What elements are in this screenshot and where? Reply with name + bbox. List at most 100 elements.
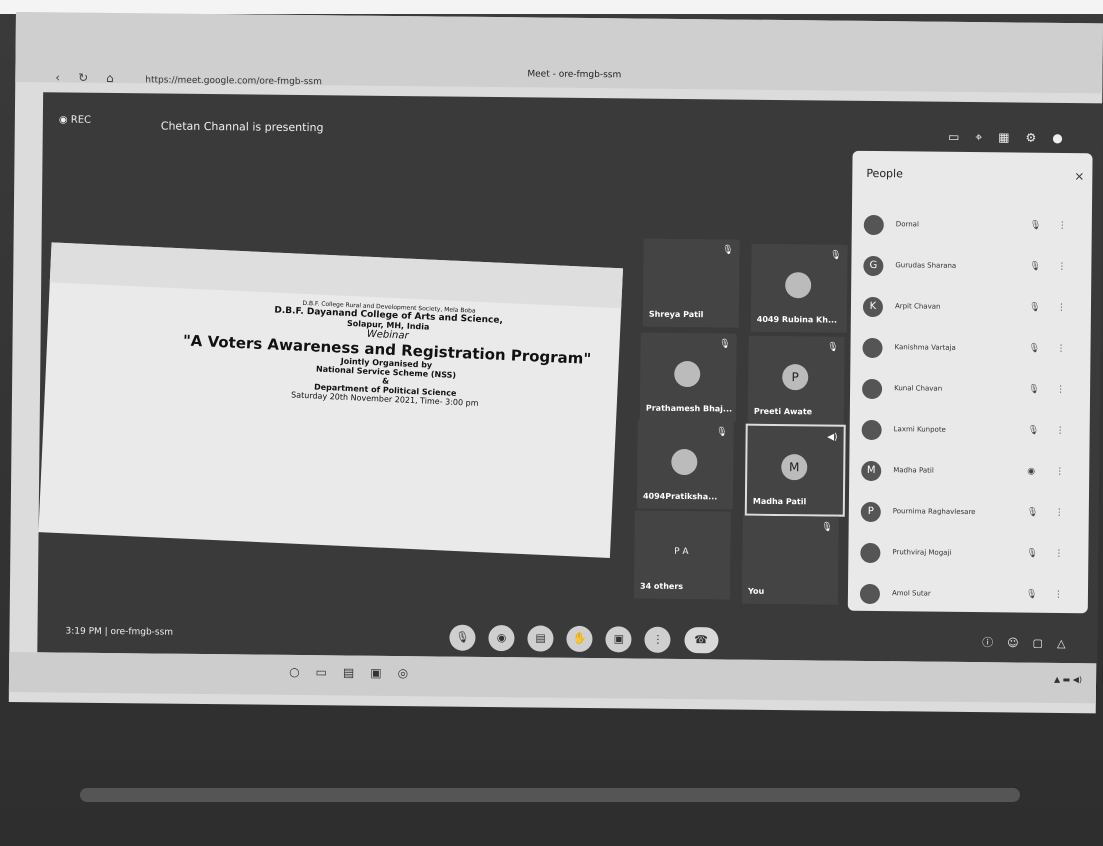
browser-nav-icons[interactable]: ‹↻⌂ <box>55 70 132 85</box>
browser-tab-title[interactable]: Meet - ore-fmgb-ssm <box>527 69 621 80</box>
captions-button[interactable]: ▤ <box>527 625 554 652</box>
people-header: People <box>866 166 903 181</box>
camera-button[interactable]: ◉ <box>488 624 515 652</box>
address-bar[interactable]: https://meet.google.com/ore-fmgb-ssm <box>145 75 565 93</box>
participant-tile[interactable]: 🎙 4049 Rubina Kh... <box>750 243 848 333</box>
info-icon[interactable]: ⓘ <box>982 636 1007 649</box>
people-row[interactable]: Kanishma Vartaja 🎙 ⋮ <box>862 334 1082 366</box>
people-row[interactable]: P Pournima Raghavlesare 🎙 ⋮ <box>860 498 1081 530</box>
store-icon[interactable]: ▣ <box>370 666 397 680</box>
avatar[interactable]: ● <box>1052 131 1079 145</box>
system-tray[interactable]: ▲ ▬ ◀) <box>1054 675 1082 684</box>
people-row[interactable]: Dornal 🎙 ⋮ <box>863 211 1084 243</box>
participant-tile-active[interactable]: ◀) M Madha Patil <box>744 423 846 517</box>
present-button[interactable]: ▣ <box>605 626 632 653</box>
more-icon[interactable]: ⋮ <box>1056 426 1065 436</box>
meeting-top-icons[interactable]: ▭⌖▦⚙● <box>948 130 1079 146</box>
people-name: Dornal <box>895 220 919 229</box>
mic-off-icon: 🎙 <box>1027 425 1040 436</box>
search-icon[interactable]: ○ <box>289 665 316 679</box>
avatar: M <box>781 454 808 481</box>
avatar <box>785 272 812 299</box>
meeting-time: 3:19 PM | ore-fmgb-ssm <box>65 626 174 638</box>
more-icon[interactable]: ⋮ <box>1055 467 1064 477</box>
avatar <box>863 214 884 236</box>
people-name: Gurudas Sharana <box>895 261 957 270</box>
avatar: K <box>862 296 884 318</box>
more-options-button[interactable]: ⋮ <box>644 626 672 653</box>
participant-tile[interactable]: 🎙 Prathamesh Bhaj... <box>639 332 737 422</box>
people-name: Amol Sutar <box>891 589 931 598</box>
more-icon[interactable]: ⋮ <box>1055 508 1064 518</box>
people-row[interactable]: M Madha Patil ◉ ⋮ <box>861 457 1081 489</box>
monitor-stand <box>80 788 1020 802</box>
settings-icon[interactable]: ⚙ <box>1025 131 1052 145</box>
more-icon[interactable]: ⋮ <box>1058 221 1067 231</box>
mic-off-icon: 🎙 <box>1028 302 1041 313</box>
side-controls: ⓘ☺▢△ <box>982 634 1080 651</box>
end-call-button[interactable]: ☎ <box>683 627 719 654</box>
people-row[interactable]: Amol Sutar 🎙 ⋮ <box>859 580 1080 612</box>
chat-icon[interactable]: ▢ <box>1033 637 1058 650</box>
mic-off-icon: 🎙 <box>716 427 728 438</box>
presentation-slide: D.B.F. College Rural and Development Soc… <box>38 242 624 559</box>
people-row[interactable]: Laxmi Kunpote 🎙 ⋮ <box>861 416 1082 448</box>
people-row[interactable]: K Arpit Chavan 🎙 ⋮ <box>862 293 1083 325</box>
more-icon[interactable]: ⋮ <box>1057 303 1066 313</box>
people-name: Arpit Chavan <box>894 302 941 311</box>
speaking-icon: ◀) <box>827 432 838 443</box>
people-row[interactable]: Kunal Chavan 🎙 ⋮ <box>861 375 1082 407</box>
call-controls: 🎙 ◉ ▤ ✋ ▣ ⋮ ☎ <box>449 624 726 654</box>
others-tile[interactable]: P A 34 others <box>633 510 731 600</box>
mic-off-icon: 🎙 <box>1029 261 1041 272</box>
avatar: M <box>861 460 882 482</box>
mic-button[interactable]: 🎙 <box>449 624 476 651</box>
more-icon[interactable]: ⋮ <box>1056 385 1065 395</box>
participant-tile[interactable]: 🎙 Shreya Patil <box>642 238 740 328</box>
mic-off-icon: 🎙 <box>1026 507 1039 518</box>
back-icon[interactable]: ‹ <box>55 70 78 84</box>
home-icon[interactable]: ⌂ <box>106 71 132 85</box>
avatar <box>861 419 882 441</box>
participant-tile[interactable]: 🎙 4094Pratiksha... <box>636 420 734 510</box>
close-icon[interactable]: × <box>1074 169 1084 183</box>
captions-icon[interactable]: ▭ <box>948 130 975 144</box>
mic-off-icon: 🎙 <box>719 339 731 350</box>
people-name: Madha Patil <box>893 466 934 475</box>
people-panel: People × Dornal 🎙 ⋮ G Gurudas Sharana 🎙 ⋮ K Ar… <box>847 150 1093 614</box>
avatar: P <box>782 364 809 391</box>
layout-icon[interactable]: ▦ <box>998 130 1025 144</box>
people-row[interactable]: Pruthviraj Mogaji 🎙 ⋮ <box>860 539 1080 571</box>
chrome-icon[interactable]: ◎ <box>398 666 425 680</box>
participant-tile[interactable]: 🎙 P Preeti Awate <box>747 335 845 425</box>
raise-hand-button[interactable]: ✋ <box>566 625 593 653</box>
people-icon[interactable]: ☺ <box>1007 636 1033 649</box>
mic-off-icon: 🎙 <box>827 342 839 353</box>
pin-icon[interactable]: ⌖ <box>975 130 998 144</box>
tile-name: Prathamesh Bhaj... <box>645 403 733 414</box>
people-row[interactable]: G Gurudas Sharana 🎙 ⋮ <box>863 252 1083 284</box>
self-tile[interactable]: 🎙 You <box>741 515 839 605</box>
avatar <box>862 337 883 359</box>
more-icon[interactable]: ⋮ <box>1057 262 1066 272</box>
monitor-screen: ‹↻⌂ https://meet.google.com/ore-fmgb-ssm… <box>8 12 1103 714</box>
avatar <box>860 542 881 564</box>
more-icon[interactable]: ⋮ <box>1054 590 1063 600</box>
mic-off-icon: 🎙 <box>821 522 833 533</box>
activities-icon[interactable]: △ <box>1057 637 1080 650</box>
folder-icon[interactable]: ▤ <box>343 665 370 679</box>
tile-name: Shreya Patil <box>648 309 704 320</box>
more-icon[interactable]: ⋮ <box>1054 549 1063 559</box>
presenting-banner: Chetan Channal is presenting <box>160 119 324 135</box>
tile-name: Madha Patil <box>752 496 807 507</box>
people-name: Pournima Raghavlesare <box>892 507 976 517</box>
avatar: G <box>863 255 884 277</box>
task-view-icon[interactable]: ▭ <box>316 665 343 679</box>
avatar <box>671 448 698 476</box>
slide-content: D.B.F. College Rural and Development Soc… <box>175 290 599 413</box>
avatar <box>674 360 701 388</box>
mic-off-icon: 🎙 <box>1025 589 1038 600</box>
reload-icon[interactable]: ↻ <box>78 71 106 85</box>
tile-name: You <box>747 586 765 596</box>
more-icon[interactable]: ⋮ <box>1056 344 1065 354</box>
